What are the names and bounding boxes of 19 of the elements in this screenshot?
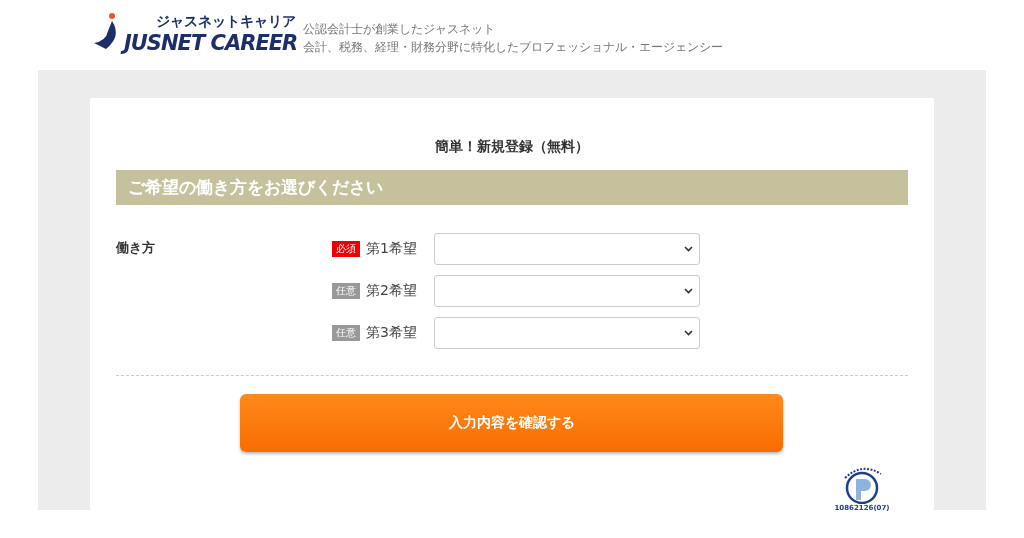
- optional-badge: 任意: [332, 325, 360, 341]
- tagline: 会計、税務、経理・財務分野に特化したプロフェッショナル・エージェンシー: [303, 39, 724, 55]
- chevron-down-icon: [684, 288, 693, 294]
- field-label: 働き方: [116, 239, 156, 257]
- choice-label: 第1希望: [366, 240, 418, 258]
- confirm-button[interactable]: 入力内容を確認する: [240, 394, 783, 452]
- form-title: 簡単！新規登録（無料）: [434, 138, 590, 156]
- select-field[interactable]: [434, 233, 700, 265]
- tagline: 公認会計士が創業したジャスネット: [303, 21, 497, 37]
- logo-text: ジャスネットキャリア: [155, 13, 296, 31]
- choice-label: 第3希望: [366, 324, 418, 342]
- optional-badge: 任意: [332, 283, 360, 299]
- chevron-down-icon: [684, 330, 693, 336]
- select-field[interactable]: [434, 275, 700, 307]
- choice-label: 第2希望: [366, 282, 418, 300]
- select-field[interactable]: [434, 317, 700, 349]
- section-heading: ご希望の働き方をお選びください: [116, 170, 908, 205]
- required-badge: 必須: [332, 241, 360, 257]
- chevron-down-icon: [684, 246, 693, 252]
